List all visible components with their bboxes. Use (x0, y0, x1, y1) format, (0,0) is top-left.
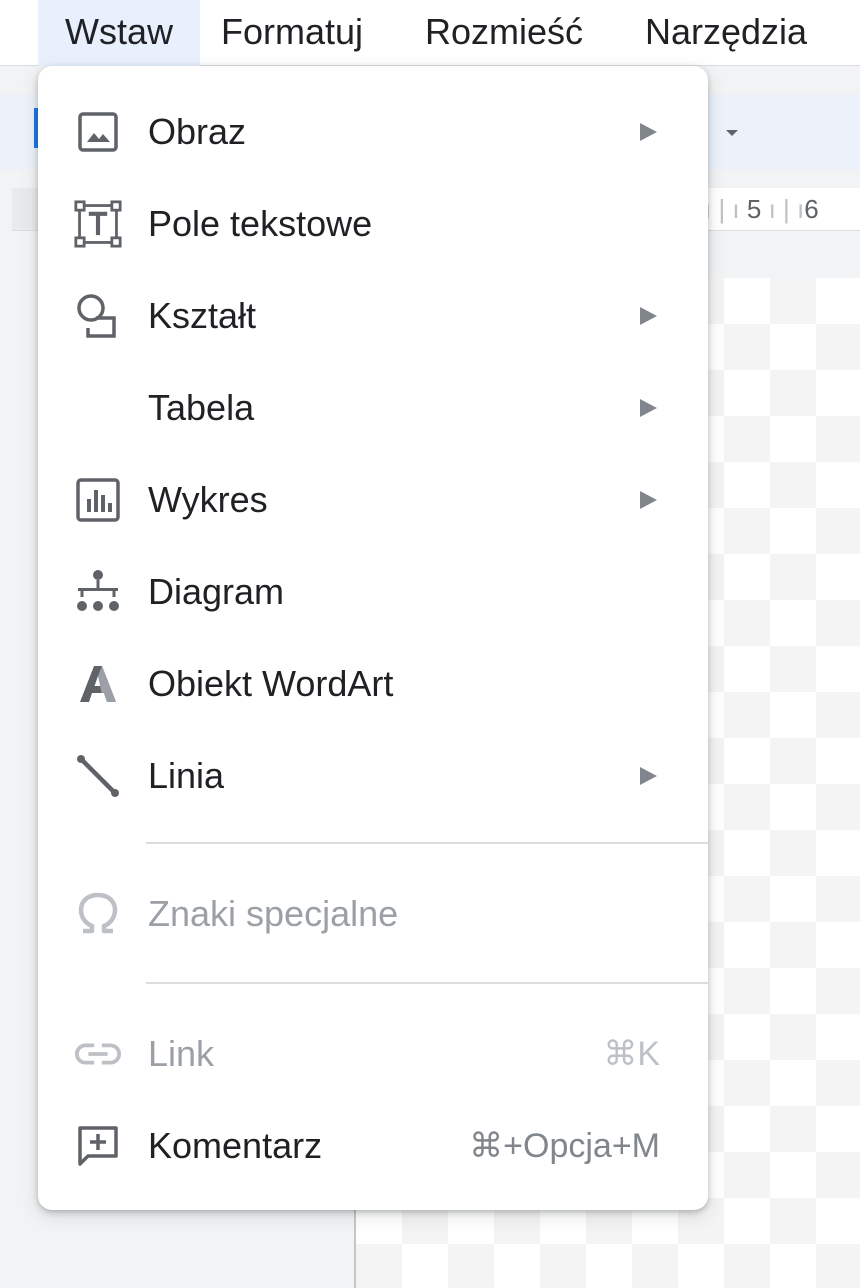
menu-item-image[interactable]: Obraz (38, 86, 708, 178)
menu-divider (146, 982, 708, 984)
menu-item-diagram-label: Diagram (148, 571, 285, 612)
menu-arrange[interactable]: Rozmieść (425, 0, 583, 66)
menu-item-comment[interactable]: Komentarz ⌘+Opcja+M (38, 1100, 708, 1192)
submenu-arrow-icon (640, 491, 657, 509)
shape-icon (74, 292, 122, 340)
menu-item-special-characters[interactable]: Znaki specjalne (38, 868, 708, 960)
menu-item-shape[interactable]: Kształt (38, 270, 708, 362)
ruler-number-6: 6 (804, 194, 819, 224)
ruler-numbers: ı | ı 5 ı | ı6 (704, 194, 819, 224)
menu-item-chart[interactable]: Wykres (38, 454, 708, 546)
submenu-arrow-icon (640, 307, 657, 325)
submenu-arrow-icon (640, 767, 657, 785)
line-icon (74, 752, 122, 800)
menu-item-chart-label: Wykres (148, 479, 268, 520)
link-icon (74, 1030, 122, 1078)
menu-item-text-box[interactable]: Pole tekstowe (38, 178, 708, 270)
menu-edit-cut[interactable]: t (0, 0, 30, 66)
menu-item-image-label: Obraz (148, 111, 247, 152)
omega-icon (74, 890, 122, 938)
menu-item-line-label: Linia (148, 755, 225, 796)
menu-item-special-characters-label: Znaki specjalne (148, 893, 399, 934)
menu-item-wordart[interactable]: Obiekt WordArt (38, 638, 708, 730)
chevron-down-icon[interactable] (726, 130, 738, 136)
text-box-icon (74, 200, 122, 248)
comment-shortcut: ⌘+Opcja+M (469, 1127, 660, 1165)
submenu-arrow-icon (640, 399, 657, 417)
menu-item-link-label: Link (148, 1033, 215, 1074)
diagram-icon (74, 568, 122, 616)
wordart-icon (74, 660, 122, 708)
menu-bar: t Wstaw Formatuj Rozmieść Narzędzia (0, 0, 860, 66)
menu-item-shape-label: Kształt (148, 295, 257, 336)
add-comment-icon (74, 1122, 122, 1170)
ruler-left-margin (12, 188, 38, 230)
chart-icon (74, 476, 122, 524)
menu-item-line[interactable]: Linia (38, 730, 708, 822)
menu-item-table[interactable]: Tabela (38, 362, 708, 454)
menu-item-comment-label: Komentarz (148, 1125, 323, 1166)
insert-menu: Obraz Pole tekstowe Kształt Tabela Wykre… (38, 66, 708, 1210)
menu-insert[interactable]: Wstaw (38, 0, 200, 66)
menu-item-text-box-label: Pole tekstowe (148, 203, 373, 244)
submenu-arrow-icon (640, 123, 657, 141)
menu-item-diagram[interactable]: Diagram (38, 546, 708, 638)
menu-item-table-label: Tabela (148, 387, 255, 428)
menu-item-link[interactable]: Link ⌘K (38, 1008, 708, 1100)
menu-item-wordart-label: Obiekt WordArt (148, 663, 394, 704)
menu-format[interactable]: Formatuj (221, 0, 363, 66)
link-shortcut: ⌘K (603, 1035, 660, 1073)
menu-divider (146, 842, 708, 844)
image-icon (74, 108, 122, 156)
ruler-number-5: 5 (746, 194, 762, 224)
menu-tools[interactable]: Narzędzia (645, 0, 807, 66)
